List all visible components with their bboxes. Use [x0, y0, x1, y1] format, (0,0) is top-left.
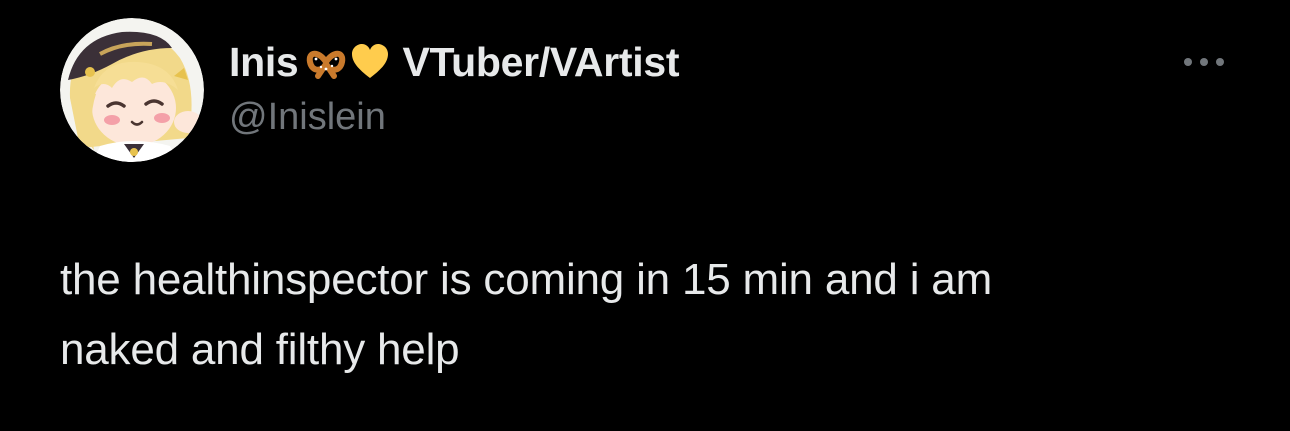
pretzel-emoji-icon	[306, 42, 346, 82]
author-display-name[interactable]: Inis	[229, 39, 299, 86]
tweet-text: the healthinspector is coming in 15 min …	[60, 245, 1250, 385]
author-name-row: Inis VTuber/VArtist	[229, 36, 680, 88]
more-options-button[interactable]	[1176, 44, 1232, 80]
author-handle[interactable]: @Inislein	[229, 96, 386, 139]
yellow-heart-emoji-icon	[350, 42, 390, 82]
tweet-card: Inis VTuber/VArtist @Inislein the health…	[0, 0, 1290, 431]
tweet-text-line: the healthinspector is coming in 15 min …	[60, 255, 993, 304]
more-options-icon	[1184, 58, 1224, 66]
author-name-suffix[interactable]: VTuber/VArtist	[402, 39, 679, 86]
anime-avatar-icon	[60, 18, 204, 162]
tweet-text-line: naked and filthy help	[60, 325, 460, 374]
author-avatar[interactable]	[60, 18, 204, 162]
